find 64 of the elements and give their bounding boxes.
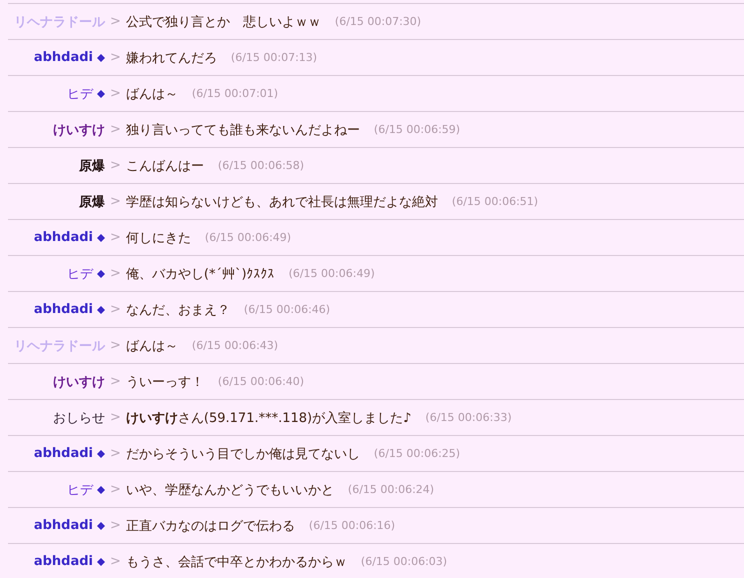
timestamp: (6/15 00:06:25) [374, 447, 460, 460]
separator: > [110, 158, 121, 173]
separator: > [110, 518, 121, 533]
user-name: リヘナラドール [14, 14, 105, 30]
timestamp: (6/15 00:06:46) [244, 303, 330, 316]
separator: > [110, 230, 121, 245]
message-text: ばんは～ [126, 338, 178, 354]
timestamp: (6/15 00:06:59) [374, 123, 460, 136]
message-text: 独り言いってても誰も来ないんだよねー [126, 122, 360, 138]
message-text: なんだ、おまえ？ [126, 302, 230, 318]
user-name: abhdadi [34, 230, 93, 245]
timestamp: (6/15 00:06:40) [218, 375, 304, 388]
user-name: abhdadi [34, 50, 93, 65]
timestamp: (6/15 00:06:43) [192, 339, 278, 352]
user-name: abhdadi [34, 554, 93, 569]
separator: > [110, 50, 121, 65]
timestamp: (6/15 00:06:58) [218, 159, 304, 172]
user-name: おしらせ [53, 410, 105, 426]
user-name: abhdadi [34, 302, 93, 317]
user-name: 原爆 [79, 158, 105, 174]
user-name: abhdadi [34, 518, 93, 533]
message-text: 正直バカなのはログで伝わる [126, 518, 295, 534]
separator: > [110, 194, 121, 209]
separator: > [110, 86, 121, 101]
separator: > [110, 482, 121, 497]
timestamp: (6/15 00:06:03) [360, 555, 448, 568]
separator: > [110, 14, 121, 29]
message-text: いや、学歴なんかどうでもいいかと [126, 482, 334, 498]
message-text: 学歴は知らないけども、あれで社長は無理だよな絶対 [126, 194, 438, 210]
user-name: ヒデ [67, 482, 93, 498]
timestamp: (6/15 00:07:30) [334, 15, 422, 28]
timestamp: (6/15 00:06:49) [288, 267, 375, 280]
message-text: けいすけさん(59.171.***.118)が入室しました♪ [126, 410, 412, 426]
message-text: もうさ、会話で中卒とかわかるからｗ [126, 554, 347, 570]
timestamp: (6/15 00:06:33) [425, 411, 512, 424]
separator: > [110, 446, 121, 461]
timestamp: (6/15 00:07:13) [230, 51, 318, 64]
separator: > [110, 410, 121, 425]
user-name: ヒデ [67, 86, 93, 102]
timestamp: (6/15 00:06:16) [308, 519, 396, 532]
separator: > [110, 338, 121, 353]
timestamp: (6/15 00:06:49) [204, 231, 292, 244]
separator: > [110, 554, 121, 569]
message-text: 俺、バカやし(*´艸`)ｸｽｸｽ [126, 266, 275, 282]
user-name: abhdadi [34, 446, 93, 461]
user-name: ヒデ [67, 266, 93, 282]
message-text: だからそういう目でしか俺は見てないし [126, 446, 360, 462]
separator: > [110, 302, 121, 317]
message-text: ういーっす！ [126, 374, 204, 390]
timestamp: (6/15 00:06:51) [452, 195, 538, 208]
message-text: 公式で独り言とか 悲しいよｗｗ [126, 14, 321, 30]
message-text: こんばんはー [126, 158, 204, 174]
user-name: リヘナラドール [14, 338, 105, 354]
timestamp: (6/15 00:06:24) [348, 483, 434, 496]
message-text: ばんは～ [126, 86, 178, 102]
message-text: 嫌われてんだろ [126, 50, 217, 66]
user-name: けいすけ [53, 374, 105, 390]
message-text: 何しにきた [126, 230, 191, 246]
separator: > [110, 374, 121, 389]
timestamp: (6/15 00:07:01) [192, 87, 278, 100]
user-name: けいすけ [53, 122, 105, 138]
separator: > [110, 122, 121, 137]
separator: > [110, 266, 121, 281]
user-name: 原爆 [79, 194, 105, 210]
